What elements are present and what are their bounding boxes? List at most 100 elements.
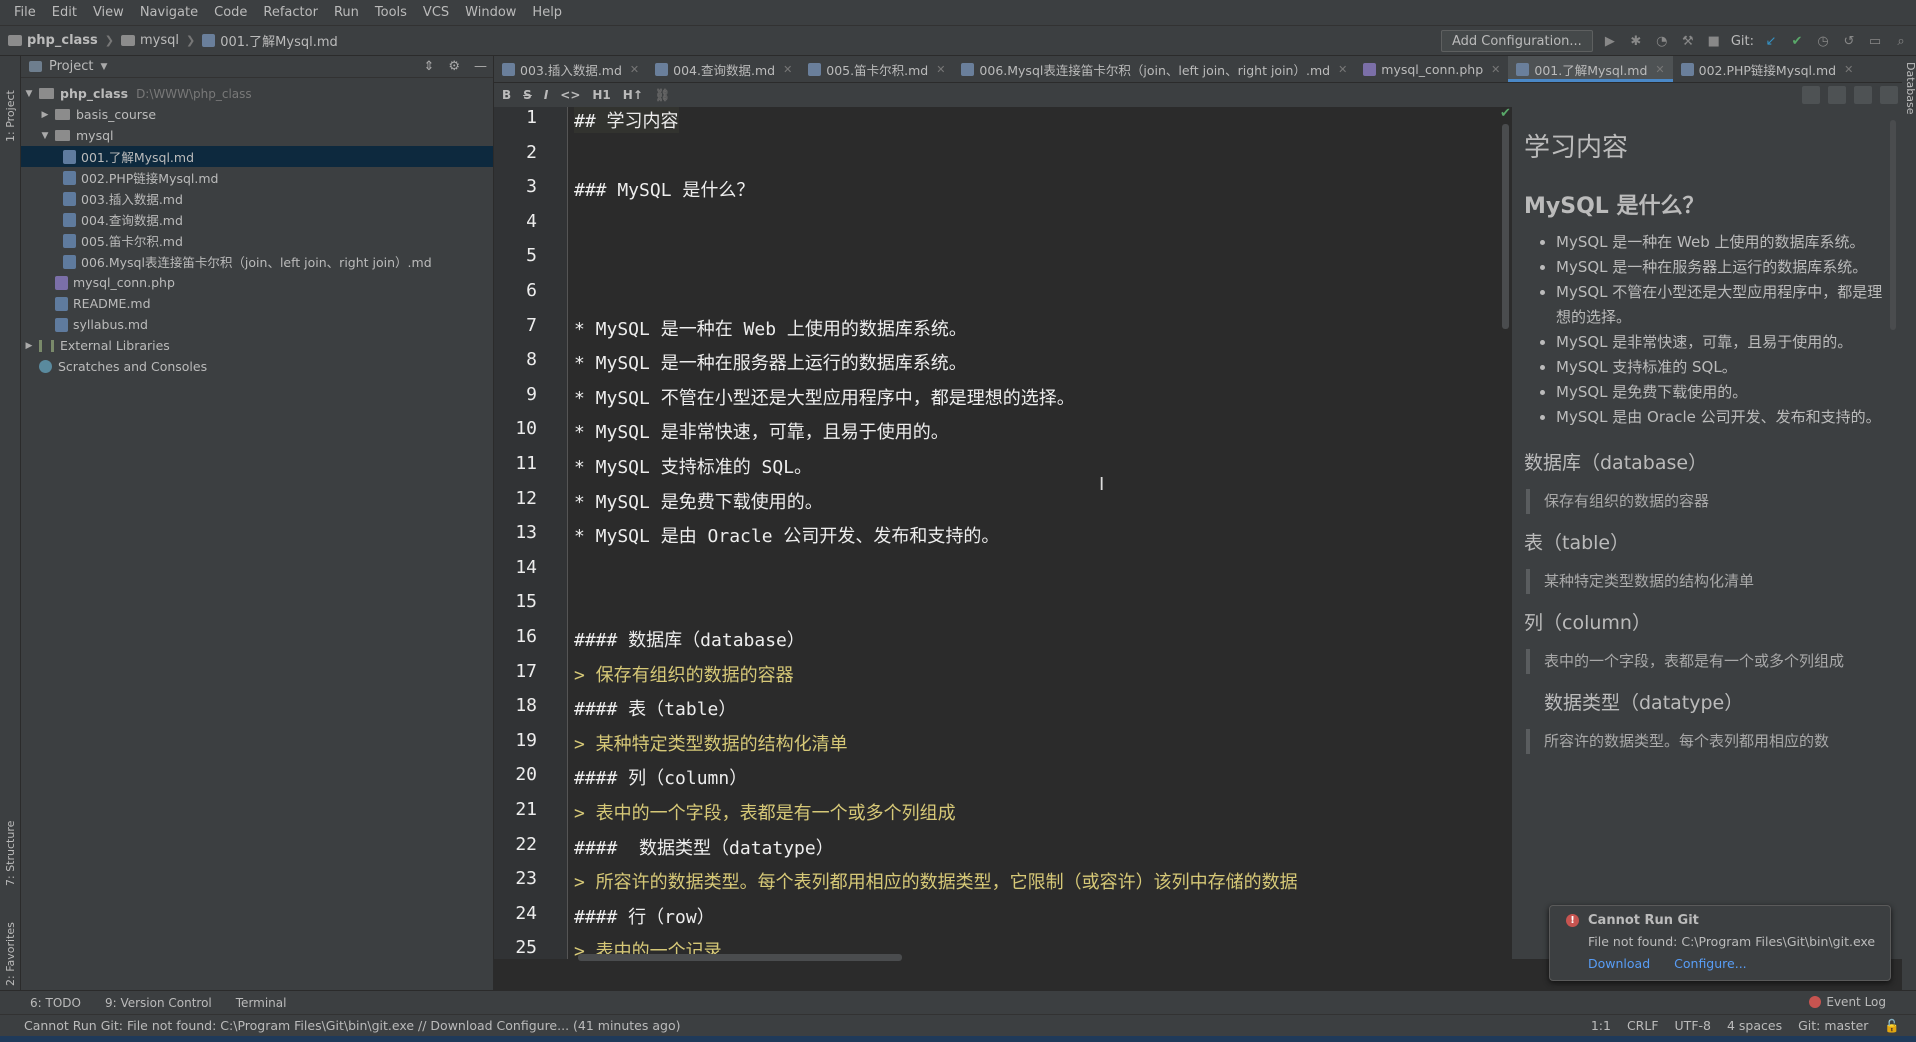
- menu-view[interactable]: View: [85, 5, 132, 20]
- search-icon[interactable]: ⌕: [1892, 32, 1910, 50]
- tab-terminal[interactable]: Terminal: [236, 996, 287, 1010]
- chevron-down-icon[interactable]: ▼: [23, 89, 35, 99]
- breadcrumb-project[interactable]: php_class: [8, 33, 98, 48]
- code-button[interactable]: <>: [560, 88, 580, 102]
- tree-item-001[interactable]: 001.了解Mysql.md: [21, 146, 493, 167]
- indent-setting[interactable]: 4 spaces: [1727, 1018, 1782, 1034]
- preview-scrollbar[interactable]: [1890, 120, 1896, 330]
- stop-icon[interactable]: ■: [1705, 32, 1723, 50]
- tab-database-tool[interactable]: Database: [1902, 62, 1916, 132]
- project-panel-title[interactable]: Project: [49, 59, 93, 74]
- split-view-icon[interactable]: [1828, 86, 1846, 104]
- menu-refactor[interactable]: Refactor: [255, 5, 326, 20]
- tree-item-004[interactable]: 004.查询数据.md: [21, 209, 493, 230]
- caret-position[interactable]: 1:1: [1591, 1018, 1611, 1034]
- menu-code[interactable]: Code: [206, 5, 255, 20]
- editor-code-area[interactable]: ## 学习内容 ### MySQL 是什么？ * MySQL 是一种在 Web 上使…: [568, 107, 1508, 959]
- close-icon[interactable]: ✕: [1338, 63, 1347, 76]
- menu-navigate[interactable]: Navigate: [132, 5, 206, 20]
- tree-item-external-libraries[interactable]: ▶ External Libraries: [21, 335, 493, 356]
- tab-005[interactable]: 005.笛卡尔积.md ✕: [800, 56, 953, 82]
- tab-002[interactable]: 002.PHP链接Mysql.md ✕: [1673, 56, 1862, 82]
- lock-icon[interactable]: 🔓: [1884, 1018, 1900, 1034]
- horizontal-scrollbar[interactable]: [578, 954, 902, 961]
- tree-item-mysql-conn[interactable]: mysql_conn.php: [21, 272, 493, 293]
- close-icon[interactable]: ✕: [1491, 63, 1500, 76]
- coverage-icon[interactable]: ◔: [1653, 32, 1671, 50]
- tree-item-005[interactable]: 005.笛卡尔积.md: [21, 230, 493, 251]
- tree-item-mysql[interactable]: ▼ mysql: [21, 125, 493, 146]
- link-icon[interactable]: ⛓: [655, 88, 670, 102]
- tab-label: mysql_conn.php: [1381, 61, 1484, 77]
- chevron-down-icon[interactable]: ▼: [39, 131, 51, 141]
- tree-item-label: syllabus.md: [73, 317, 148, 332]
- menu-window[interactable]: Window: [457, 5, 524, 20]
- chevron-right-icon[interactable]: ▶: [39, 110, 51, 120]
- menu-edit[interactable]: Edit: [44, 5, 85, 20]
- event-log-button[interactable]: Event Log: [1809, 995, 1886, 1009]
- tab-004[interactable]: 004.查询数据.md ✕: [647, 56, 800, 82]
- git-branch[interactable]: Git: master: [1798, 1018, 1868, 1034]
- line-separator[interactable]: CRLF: [1627, 1018, 1659, 1034]
- tree-item-syllabus[interactable]: syllabus.md: [21, 314, 493, 335]
- strikethrough-button[interactable]: S: [523, 88, 532, 102]
- menu-help[interactable]: Help: [524, 5, 570, 20]
- close-icon[interactable]: ✕: [936, 63, 945, 76]
- gear-icon[interactable]: ⚙: [448, 59, 460, 74]
- chevron-down-icon[interactable]: ▼: [100, 62, 107, 72]
- close-icon[interactable]: ✕: [783, 63, 792, 76]
- status-message[interactable]: Cannot Run Git: File not found: C:\Progr…: [24, 1018, 680, 1033]
- chevron-right-icon[interactable]: ▶: [23, 341, 35, 351]
- tree-item-006[interactable]: 006.Mysql表连接笛卡尔积（join、left join、right jo…: [21, 251, 493, 272]
- bold-button[interactable]: B: [502, 88, 511, 102]
- tab-todo[interactable]: 6: TODO: [30, 996, 81, 1010]
- git-history-icon[interactable]: ◷: [1814, 32, 1832, 50]
- build-icon[interactable]: ⚒: [1679, 32, 1697, 50]
- file-encoding[interactable]: UTF-8: [1675, 1018, 1711, 1034]
- debug-icon[interactable]: ✱: [1627, 32, 1645, 50]
- tree-item-002[interactable]: 002.PHP链接Mysql.md: [21, 167, 493, 188]
- run-icon[interactable]: ▶: [1601, 32, 1619, 50]
- add-configuration-button[interactable]: Add Configuration...: [1440, 30, 1593, 52]
- menu-run[interactable]: Run: [326, 5, 367, 20]
- header-level-button[interactable]: H↑: [623, 88, 643, 102]
- menu-tools[interactable]: Tools: [367, 5, 415, 20]
- tab-mysql-conn[interactable]: mysql_conn.php ✕: [1355, 56, 1508, 82]
- project-structure-icon[interactable]: ▭: [1866, 32, 1884, 50]
- vertical-scrollbar[interactable]: [1502, 124, 1509, 329]
- italic-button[interactable]: I: [544, 88, 548, 102]
- tab-006[interactable]: 006.Mysql表连接笛卡尔积（join、left join、right jo…: [953, 56, 1355, 82]
- download-link[interactable]: Download: [1588, 956, 1650, 971]
- tree-root[interactable]: ▼ php_class D:\WWW\php_class: [21, 83, 493, 104]
- code-line: > 表中的一个字段，表都是有一个或多个列组成: [574, 803, 956, 824]
- git-commit-icon[interactable]: ✔: [1788, 32, 1806, 50]
- hide-icon[interactable]: —: [474, 59, 487, 74]
- tree-item-scratches[interactable]: Scratches and Consoles: [21, 356, 493, 377]
- menu-vcs[interactable]: VCS: [415, 5, 457, 20]
- tab-version-control[interactable]: 9: Version Control: [105, 996, 212, 1010]
- tab-favorites-tool[interactable]: 2: Favorites: [2, 896, 19, 986]
- menu-file[interactable]: File: [6, 5, 44, 20]
- breadcrumb-folder[interactable]: mysql: [121, 33, 179, 48]
- tree-item-label: 004.查询数据.md: [81, 213, 183, 228]
- tree-item-readme[interactable]: README.md: [21, 293, 493, 314]
- tree-item-basis-course[interactable]: ▶ basis_course: [21, 104, 493, 125]
- close-icon[interactable]: ✕: [1655, 63, 1664, 76]
- breadcrumb-file[interactable]: 001.了解Mysql.md: [202, 31, 338, 50]
- tab-project-tool[interactable]: 1: Project: [2, 62, 19, 142]
- configure-link[interactable]: Configure...: [1674, 956, 1747, 971]
- header-button[interactable]: H1: [592, 88, 610, 102]
- tree-item-003[interactable]: 003.插入数据.md: [21, 188, 493, 209]
- git-rollback-icon[interactable]: ↺: [1840, 32, 1858, 50]
- close-icon[interactable]: ✕: [1844, 63, 1853, 76]
- tab-structure-tool[interactable]: 7: Structure: [2, 796, 19, 886]
- tab-003[interactable]: 003.插入数据.md ✕: [494, 56, 647, 82]
- preview-only-icon[interactable]: [1854, 86, 1872, 104]
- navigation-bar: php_class ❯ mysql ❯ 001.了解Mysql.md Add C…: [0, 26, 1916, 56]
- tab-001[interactable]: 001.了解Mysql.md ✕: [1508, 56, 1673, 82]
- git-update-icon[interactable]: ↙: [1762, 32, 1780, 50]
- layout-icon[interactable]: [1880, 86, 1898, 104]
- close-icon[interactable]: ✕: [630, 63, 639, 76]
- collapse-all-icon[interactable]: ⇕: [423, 59, 434, 74]
- editor-only-icon[interactable]: [1802, 86, 1820, 104]
